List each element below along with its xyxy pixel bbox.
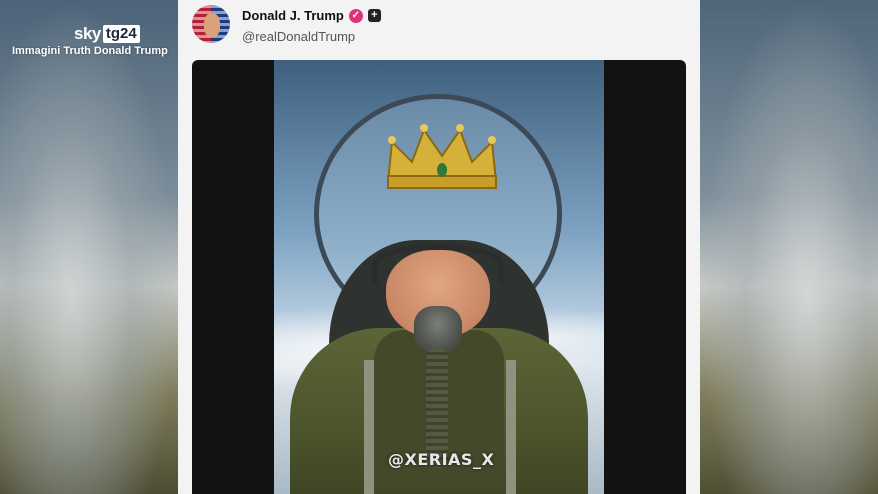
author-handle[interactable]: @realDonaldTrump [242,29,355,44]
plus-icon[interactable]: + [367,9,381,22]
logo-tg24-text: tg24 [102,25,140,43]
blurred-background-left [0,0,178,494]
author-row: Donald J. Trump ✓ + [242,8,381,23]
crown-icon [386,124,498,189]
broadcaster-logo: sky tg24 [74,24,140,44]
oxygen-mask [414,306,462,352]
author-name[interactable]: Donald J. Trump [242,8,344,23]
avatar[interactable] [192,5,230,43]
post-image: @XERIAS_X [274,60,604,494]
social-post-card: Donald J. Trump ✓ + @realDonaldTrump @XE… [178,0,700,494]
blurred-background-right [700,0,878,494]
media-watermark: @XERIAS_X [388,450,495,469]
post-media[interactable]: @XERIAS_X [192,60,686,494]
logo-sky-text: sky [74,24,101,43]
broadcast-caption: Immagini Truth Donald Trump [12,45,168,57]
verified-badge-icon: ✓ [348,8,363,23]
